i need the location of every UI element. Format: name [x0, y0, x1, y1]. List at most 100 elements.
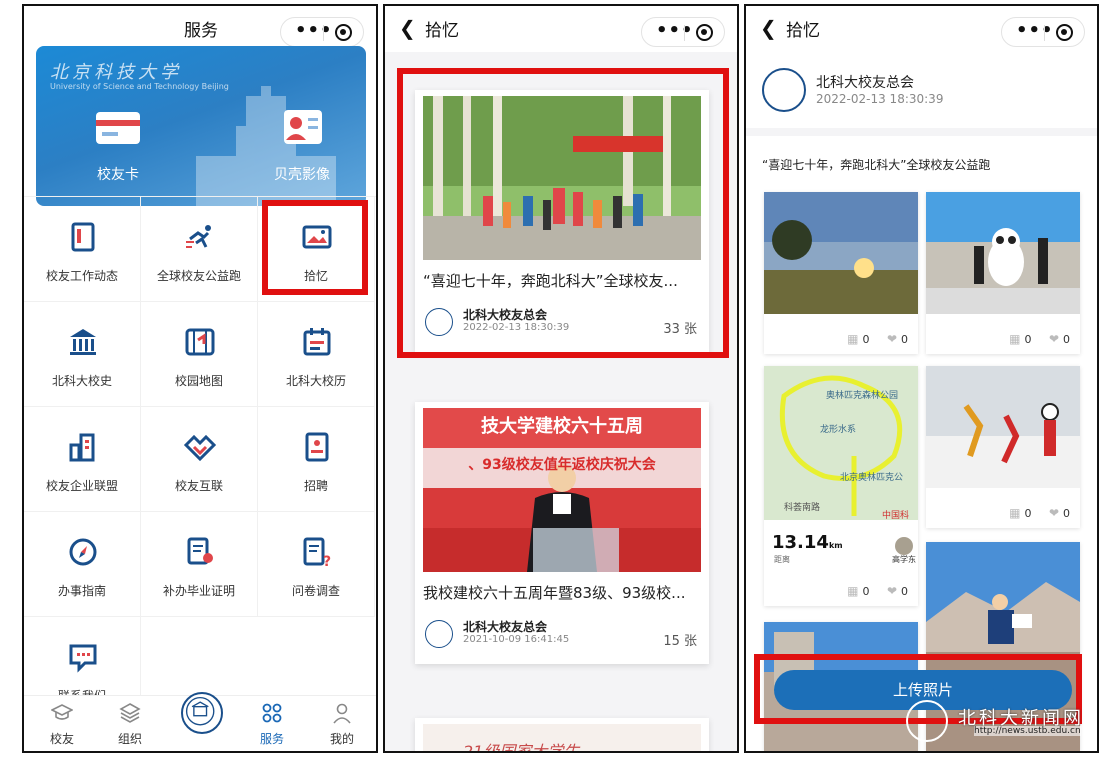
photo-tile[interactable]: ▦ 0 ❤ 0: [926, 192, 1080, 354]
service-certificate[interactable]: 补办毕业证明: [141, 512, 258, 617]
museum-icon: [70, 329, 96, 355]
snow-sculpture-photo: [926, 366, 1080, 488]
photo-tile[interactable]: ▦ 0 ❤ 0: [764, 192, 918, 354]
album-title: 我校建校六十五周年暨83级、93级校...: [423, 584, 686, 602]
back-icon[interactable]: ❮: [760, 16, 777, 40]
memories-list-screen: ❮ 拾忆 ••• “喜迎七十年，奔跑北科大”全球校友... 北科大校友总会 20…: [383, 4, 739, 753]
comment-icon[interactable]: ▦: [847, 332, 858, 346]
photo-thumbnail: [926, 192, 1080, 314]
tab-label: 组织: [117, 732, 142, 746]
service-campus-map[interactable]: 校园地图: [141, 302, 258, 407]
photo-stats: ▦ 0 ❤ 0: [843, 584, 908, 598]
publisher-name: 北科大校友总会: [463, 620, 548, 634]
photo-tile[interactable]: 龙形水系 奥林匹克森林公园 北京奥林匹克公 科荟南路 中国科 13.14km 距…: [764, 366, 918, 606]
publish-date: 2022-02-13 18:30:39: [816, 92, 944, 106]
tab-label: 校友: [49, 732, 74, 746]
back-icon[interactable]: ❮: [399, 16, 416, 40]
more-icon[interactable]: •••: [656, 20, 694, 41]
services-screen: 服务 ••• 北京科技大学 University of Science and …: [22, 4, 378, 753]
service-enterprise-alliance[interactable]: 校友企业联盟: [24, 407, 141, 512]
svg-text:?: ?: [323, 554, 331, 568]
service-calendar[interactable]: 北科大校历: [258, 302, 375, 407]
service-history[interactable]: 北科大校史: [24, 302, 141, 407]
service-survey[interactable]: ? 问卷调查: [258, 512, 375, 617]
compass-icon: [69, 538, 97, 566]
tab-services[interactable]: 服务: [242, 702, 302, 747]
photo-stats: ▦ 0 ❤ 0: [1005, 506, 1070, 520]
publish-date: 2021-10-09 16:41:45: [463, 634, 570, 645]
service-label: 补办毕业证明: [162, 584, 235, 598]
miniprogram-capsule: •••: [641, 17, 725, 47]
like-count: 0: [1063, 333, 1070, 346]
close-miniprogram-icon[interactable]: [335, 24, 352, 41]
service-label: 北科大校史: [51, 374, 112, 388]
run-distance-value: 13.14: [772, 532, 829, 553]
tab-label: 我的: [329, 732, 354, 746]
album-highlight-box: [397, 68, 729, 358]
photo-thumbnail: [926, 366, 1080, 488]
map-icon: [185, 328, 215, 356]
comment-icon[interactable]: ▦: [1009, 506, 1020, 520]
university-name-en: University of Science and Technology Bei…: [50, 82, 229, 91]
photo-stats: ▦ 0 ❤ 0: [1005, 332, 1070, 346]
university-seal-icon: [185, 696, 215, 726]
memories-highlight-box: [262, 200, 368, 295]
service-label: 校友互联: [174, 479, 223, 493]
photo-tile[interactable]: ▦ 0 ❤ 0: [926, 366, 1080, 528]
banner-subtext: 、93级校友值年返校庆祝大会: [468, 457, 656, 473]
like-icon[interactable]: ❤: [887, 332, 897, 346]
comment-icon[interactable]: ▦: [847, 584, 858, 598]
page-title: 拾忆: [425, 21, 459, 41]
tab-mine[interactable]: 我的: [312, 702, 372, 747]
questionnaire-icon: ?: [303, 537, 331, 568]
album-cover-photo: 21级国家大学生: [423, 724, 701, 753]
album-title: “喜迎七十年，奔跑北科大”全球校友公益跑: [762, 158, 991, 172]
comment-count: 0: [862, 585, 870, 598]
more-icon[interactable]: •••: [295, 20, 333, 41]
album-card[interactable]: 21级国家大学生: [415, 718, 709, 753]
running-person-icon: [186, 225, 211, 248]
sunset-field-photo: [764, 192, 918, 314]
cover-text: 21级国家大学生: [463, 742, 580, 753]
graduation-cap-icon: [50, 704, 74, 720]
tab-alumni[interactable]: 校友: [32, 702, 92, 747]
publisher-avatar[interactable]: [762, 68, 806, 112]
calendar-icon: [303, 328, 331, 356]
service-label: 招聘: [303, 479, 328, 493]
chat-icon: [69, 644, 97, 673]
mascot-snow-photo: [926, 192, 1080, 314]
photo-thumbnail: [764, 192, 918, 314]
photo-count: 15 张: [663, 634, 697, 649]
comment-icon[interactable]: ▦: [1009, 332, 1020, 346]
like-count: 0: [901, 585, 908, 598]
bottom-tab-bar: 校友 组织 服务 我的: [24, 692, 376, 751]
alumni-card-label: 校友卡: [97, 167, 139, 183]
service-alumni-news[interactable]: 校友工作动态: [24, 197, 141, 302]
runner-name: 高学东: [892, 555, 916, 564]
service-label: 校园地图: [174, 374, 223, 388]
member-card-icon: [96, 112, 140, 144]
university-logo-button[interactable]: [181, 692, 223, 734]
album-card[interactable]: 技大学建校六十五周 、93级校友值年返校庆祝大会 我校建校六十五周年暨83级、9…: [415, 402, 709, 664]
service-global-run[interactable]: 全球校友公益跑: [141, 197, 258, 302]
service-recruitment[interactable]: 招聘: [258, 407, 375, 512]
publisher-name: 北科大校友总会: [816, 75, 914, 91]
like-icon[interactable]: ❤: [887, 584, 897, 598]
like-icon[interactable]: ❤: [1049, 332, 1059, 346]
top-bar: ❮ 拾忆 •••: [385, 6, 737, 52]
tab-organization[interactable]: 组织: [100, 702, 160, 747]
like-icon[interactable]: ❤: [1049, 506, 1059, 520]
more-icon[interactable]: •••: [1016, 20, 1054, 41]
shell-photo-entry[interactable]: 贝壳影像: [262, 106, 342, 184]
tab-label: 服务: [259, 732, 284, 746]
service-alumni-connect[interactable]: 校友互联: [141, 407, 258, 512]
person-icon: [333, 703, 351, 724]
close-miniprogram-icon[interactable]: [1056, 24, 1073, 41]
map-label-china: 中国科: [882, 511, 910, 521]
service-guide[interactable]: 办事指南: [24, 512, 141, 617]
map-label-lake: 龙形水系: [820, 425, 857, 435]
service-label: 问卷调查: [291, 584, 340, 598]
alumni-card-entry[interactable]: 校友卡: [78, 106, 158, 184]
handshake-icon: [184, 434, 216, 462]
close-miniprogram-icon[interactable]: [696, 24, 713, 41]
